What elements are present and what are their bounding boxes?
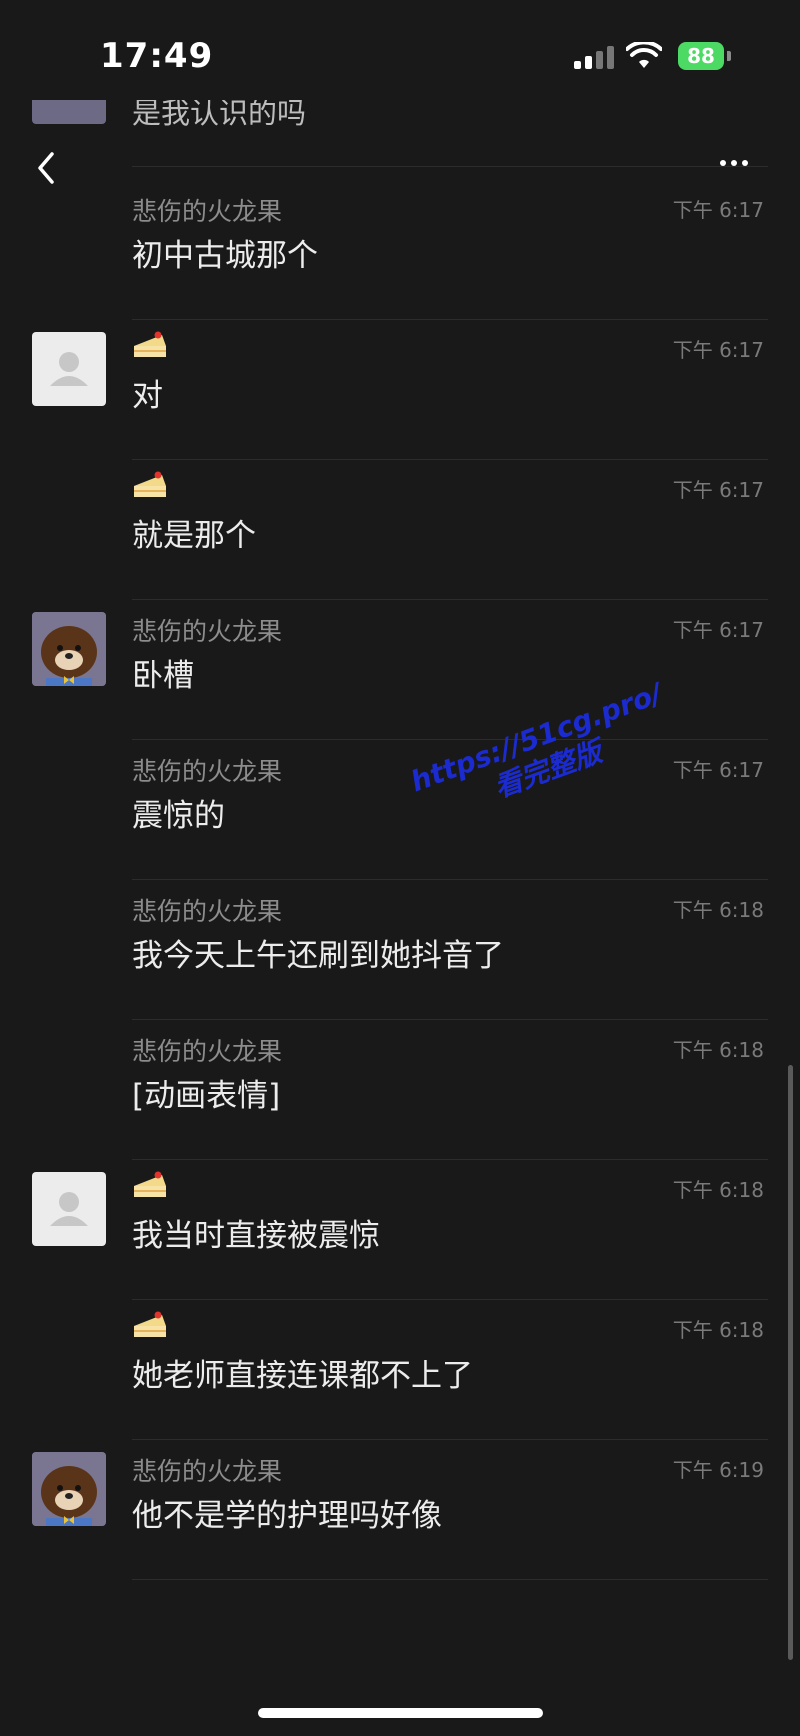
message-row[interactable]: 悲伤的火龙果 下午 6:18 我今天上午还刷到她抖音了 <box>0 880 800 1020</box>
avatar <box>32 100 106 124</box>
sender-name: 悲伤的火龙果 <box>132 617 283 646</box>
partial-message-text: 是我认识的吗 <box>132 100 307 130</box>
message-time: 下午 6:18 <box>672 1038 764 1062</box>
message-row[interactable]: 下午 6:17 就是那个 <box>0 460 800 600</box>
divider <box>132 166 768 167</box>
message-text[interactable]: 对 <box>132 370 163 415</box>
message-text[interactable]: [动画表情] <box>132 1070 280 1115</box>
message-row[interactable]: 悲伤的火龙果 下午 6:19 他不是学的护理吗好像 <box>0 1440 800 1580</box>
status-bar: 17:49 88 <box>0 0 800 110</box>
scrollbar[interactable] <box>788 1065 793 1660</box>
message-time: 下午 6:17 <box>672 758 764 782</box>
cellular-signal-icon <box>574 46 614 69</box>
home-indicator[interactable] <box>258 1708 543 1718</box>
message-row[interactable]: 悲伤的火龙果 下午 6:18 [动画表情] <box>0 1020 800 1160</box>
message-row[interactable]: 悲伤的火龙果 下午 6:17 卧槽 <box>0 600 800 740</box>
cake-emoji-icon <box>132 330 168 360</box>
battery-charging-icon: 88 <box>678 42 724 70</box>
partial-previous-message: 是我认识的吗 <box>0 100 800 140</box>
message-time: 下午 6:17 <box>672 198 764 222</box>
message-text[interactable]: 她老师直接连课都不上了 <box>132 1350 473 1395</box>
message-row[interactable]: 悲伤的火龙果 下午 6:17 震惊的 <box>0 740 800 880</box>
sender-name: 悲伤的火龙果 <box>132 197 283 226</box>
message-text[interactable]: 卧槽 <box>132 650 194 695</box>
avatar[interactable] <box>32 1172 106 1246</box>
sender-name: 悲伤的火龙果 <box>132 897 283 926</box>
message-time: 下午 6:19 <box>672 1458 764 1482</box>
message-time: 下午 6:17 <box>672 338 764 362</box>
cake-emoji-icon <box>132 470 168 500</box>
message-text[interactable]: 我当时直接被震惊 <box>132 1210 380 1255</box>
message-row[interactable]: 下午 6:18 我当时直接被震惊 <box>0 1160 800 1300</box>
cake-emoji-icon <box>132 1310 168 1340</box>
message-time: 下午 6:17 <box>672 478 764 502</box>
battery-tip <box>727 51 731 61</box>
avatar[interactable] <box>32 612 106 686</box>
cake-emoji-icon <box>132 1170 168 1200</box>
divider <box>132 1579 768 1580</box>
battery-level: 88 <box>687 44 715 68</box>
sender-name: 悲伤的火龙果 <box>132 1457 283 1486</box>
avatar[interactable] <box>32 1452 106 1526</box>
message-text[interactable]: 他不是学的护理吗好像 <box>132 1490 442 1535</box>
message-time: 下午 6:18 <box>672 898 764 922</box>
sender-name: 悲伤的火龙果 <box>132 757 283 786</box>
message-list[interactable]: 悲伤的火龙果 下午 6:17 初中古城那个 下午 6:17 对下午 6:17 就是那个 悲伤… <box>0 180 800 1580</box>
avatar[interactable] <box>32 332 106 406</box>
message-row[interactable]: 悲伤的火龙果 下午 6:17 初中古城那个 <box>0 180 800 320</box>
message-text[interactable]: 我今天上午还刷到她抖音了 <box>132 930 504 975</box>
message-time: 下午 6:18 <box>672 1178 764 1202</box>
wifi-icon <box>626 42 662 68</box>
message-text[interactable]: 就是那个 <box>132 510 256 555</box>
sender-name: 悲伤的火龙果 <box>132 1037 283 1066</box>
status-time: 17:49 <box>100 36 214 76</box>
message-row[interactable]: 下午 6:18 她老师直接连课都不上了 <box>0 1300 800 1440</box>
message-text[interactable]: 震惊的 <box>132 790 225 835</box>
message-row[interactable]: 下午 6:17 对 <box>0 320 800 460</box>
message-text[interactable]: 初中古城那个 <box>132 230 318 275</box>
message-time: 下午 6:17 <box>672 618 764 642</box>
message-time: 下午 6:18 <box>672 1318 764 1342</box>
